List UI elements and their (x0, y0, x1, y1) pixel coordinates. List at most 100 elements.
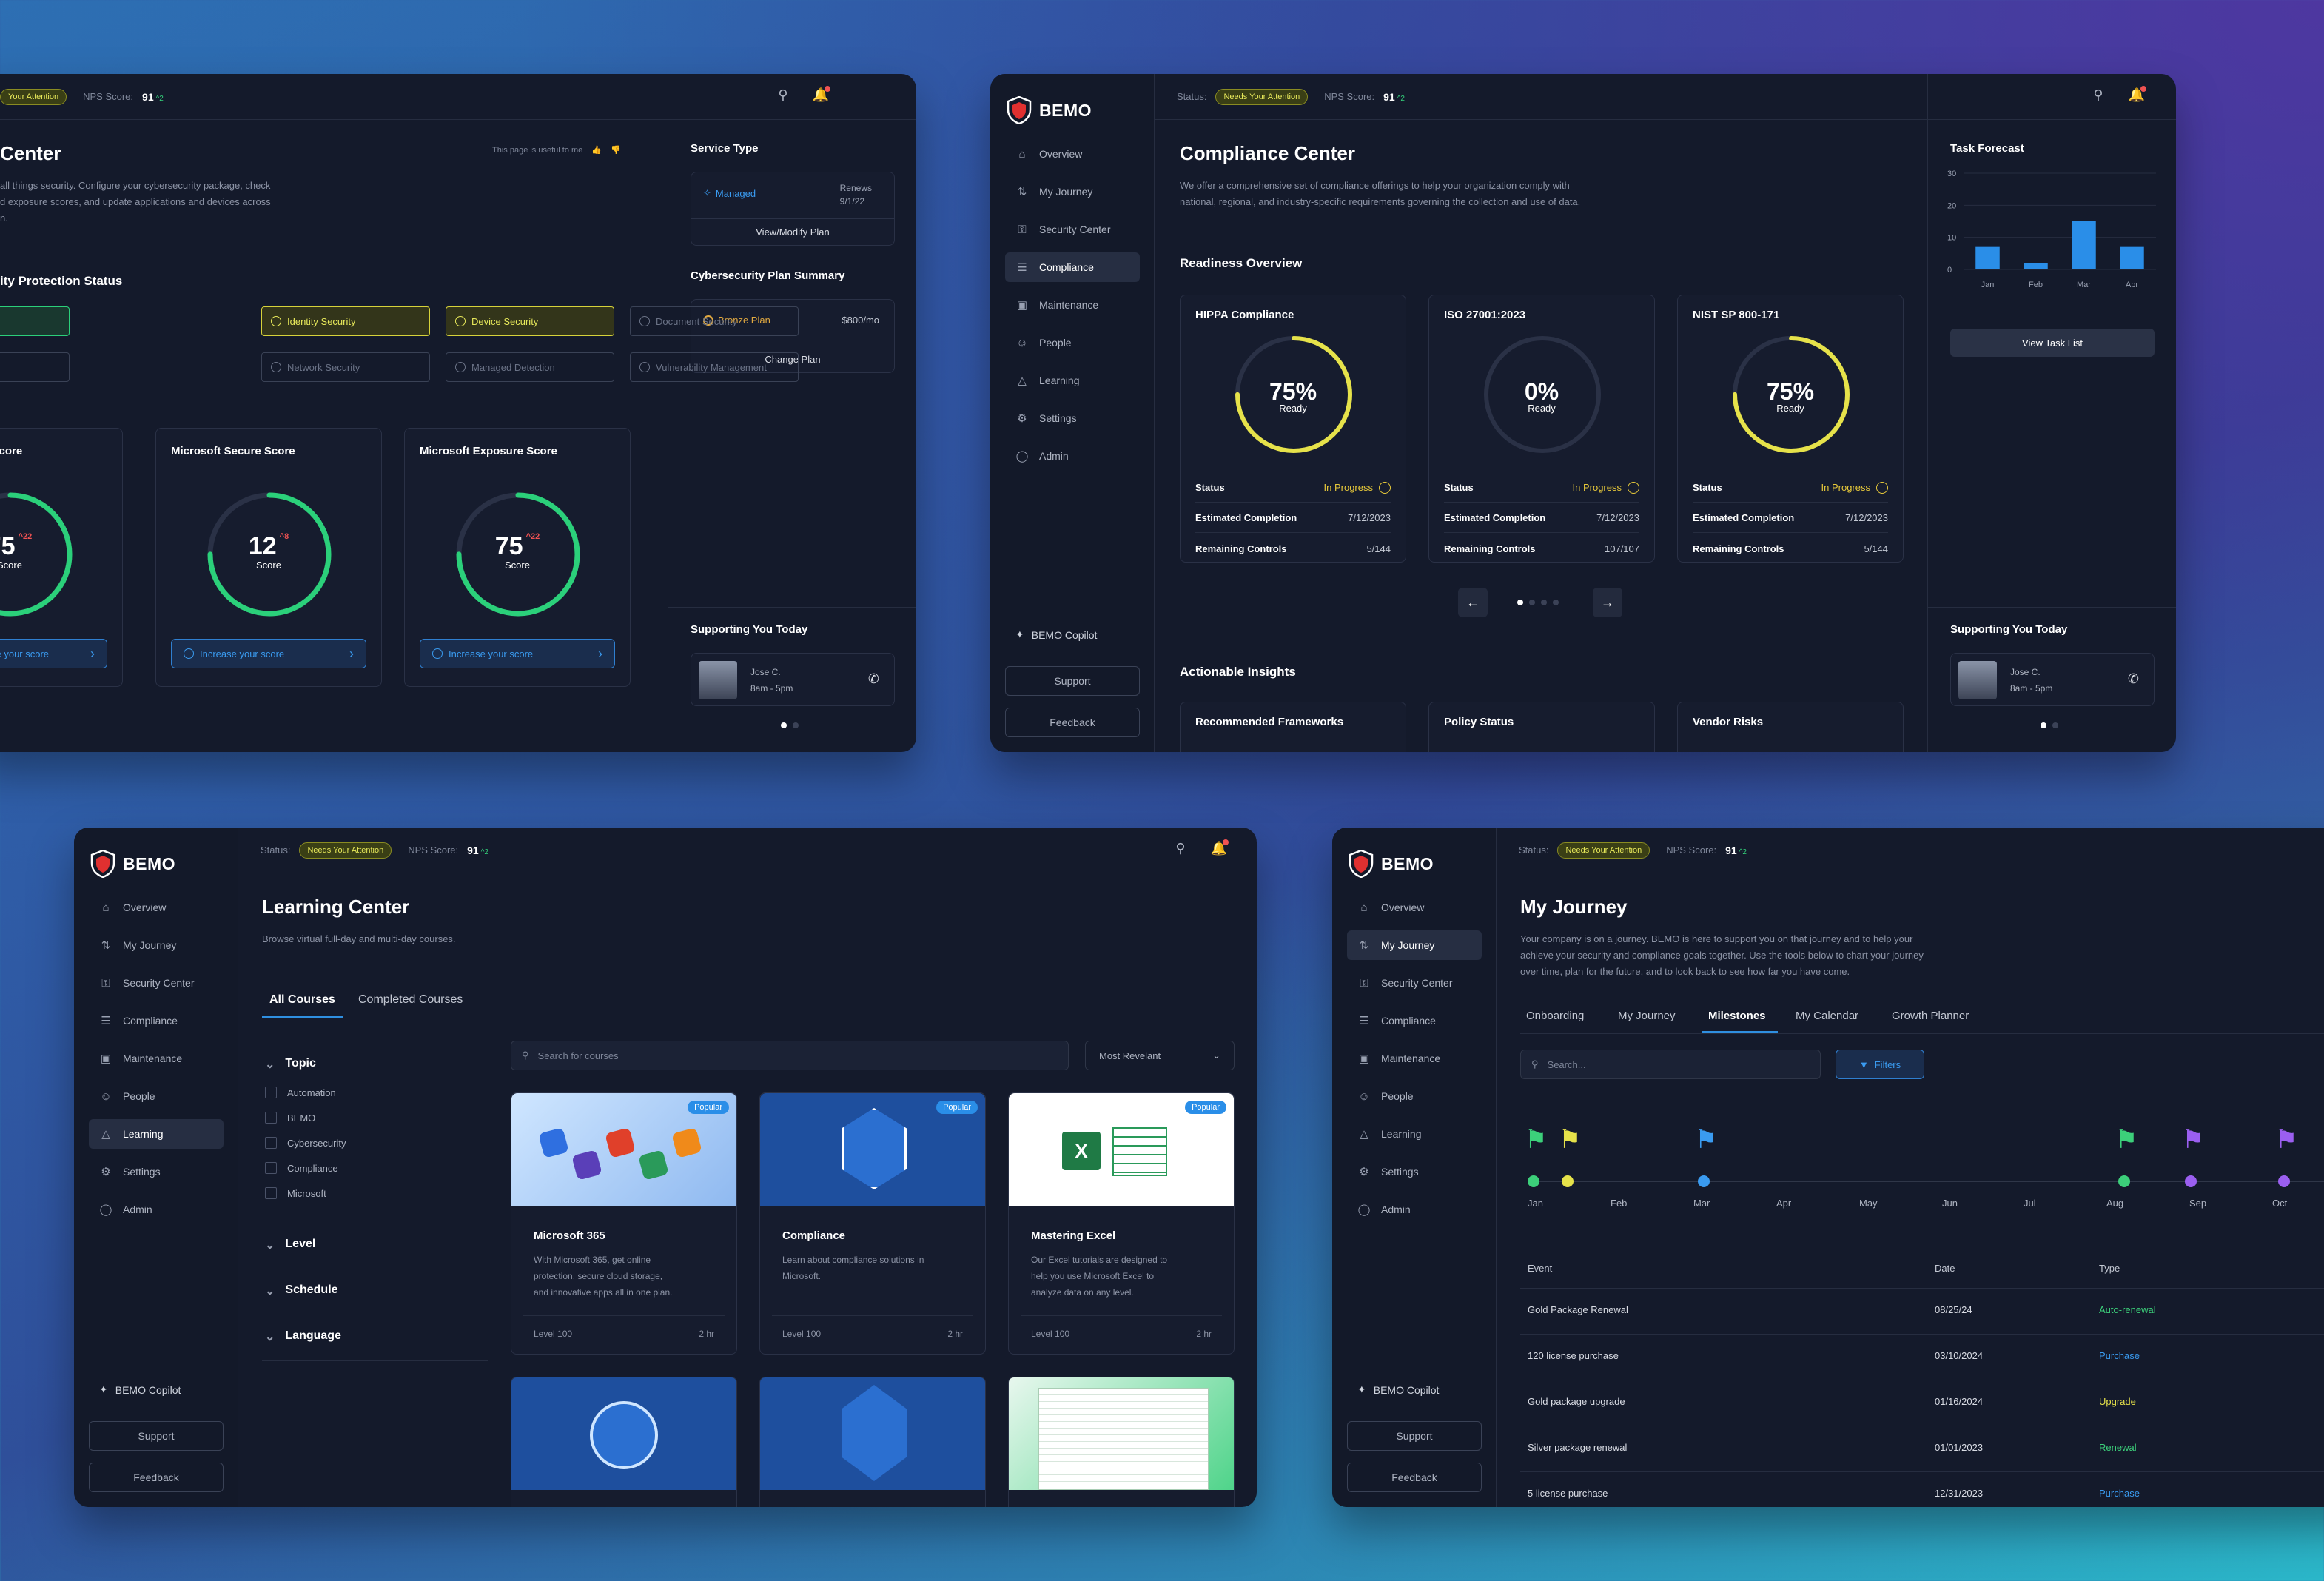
filters-button[interactable]: ▼ Filters (1836, 1050, 1924, 1079)
sidebar-item-settings[interactable]: ⚙ Settings (89, 1157, 224, 1186)
copilot-link[interactable]: ✦ BEMO Copilot (1357, 1383, 1439, 1396)
table-row[interactable]: 5 license purchase 12/31/2023 Purchase (1520, 1471, 2324, 1507)
sidebar-item-overview[interactable]: ⌂ Overview (89, 893, 224, 922)
thumbs-down-icon[interactable]: 👎 (611, 145, 621, 155)
milestone-flag-icon[interactable]: ⚑ (2182, 1125, 2204, 1155)
next-arrow-button[interactable]: → (1593, 588, 1622, 617)
compliance-card[interactable]: NIST SP 800-171 75% Ready Status In Progress… (1677, 295, 1904, 563)
sidebar-item-compliance[interactable]: ☰ Compliance (1005, 252, 1140, 282)
milestone-dot[interactable] (2278, 1175, 2290, 1187)
checkbox[interactable] (265, 1187, 277, 1199)
filter-level[interactable]: ⌄ Level (265, 1238, 315, 1252)
prev-arrow-button[interactable]: ← (1458, 588, 1488, 617)
milestone-dot[interactable] (1562, 1175, 1574, 1187)
milestone-flag-icon[interactable]: ⚑ (2115, 1125, 2137, 1155)
compliance-card[interactable]: ISO 27001:2023 0% Ready Status In Progress Es… (1428, 295, 1655, 563)
journey-search-input[interactable]: ⚲ Search... (1520, 1050, 1821, 1079)
sidebar-item-maintenance[interactable]: ▣ Maintenance (1347, 1044, 1482, 1073)
milestone-dot[interactable] (2118, 1175, 2130, 1187)
filter-schedule[interactable]: ⌄ Schedule (265, 1283, 338, 1298)
table-row[interactable]: Gold package upgrade 01/16/2024 Upgrade (1520, 1380, 2324, 1426)
course-card[interactable]: Popular Compliance Learn about compliance … (759, 1092, 986, 1355)
topic-checkbox-row[interactable]: BEMO (265, 1112, 315, 1124)
course-card[interactable] (511, 1377, 737, 1507)
feedback-button[interactable]: Feedback (89, 1463, 224, 1492)
compliance-card[interactable]: HIPPA Compliance 75% Ready Status In Progres… (1180, 295, 1406, 563)
tab-milestones[interactable]: Milestones (1708, 1010, 1766, 1022)
sidebar-item-settings[interactable]: ⚙ Settings (1005, 403, 1140, 433)
checkbox[interactable] (265, 1162, 277, 1174)
protection-chip[interactable]: Device Security (446, 306, 614, 336)
sidebar-item-my-journey[interactable]: ⇅ My Journey (1005, 177, 1140, 207)
sidebar-item-compliance[interactable]: ☰ Compliance (1347, 1006, 1482, 1035)
increase-score-button[interactable]: se your score › (0, 639, 107, 668)
topic-checkbox-row[interactable]: Automation (265, 1087, 336, 1098)
milestone-dot[interactable] (2185, 1175, 2197, 1187)
sidebar-item-security-center[interactable]: ⚿ Security Center (89, 968, 224, 998)
tab-all-courses[interactable]: All Courses (269, 993, 335, 1007)
tab-growth-planner[interactable]: Growth Planner (1892, 1010, 1969, 1022)
increase-score-button[interactable]: Increase your score › (171, 639, 366, 668)
thumbs-up-icon[interactable]: 👍 (591, 145, 602, 155)
sidebar-item-settings[interactable]: ⚙ Settings (1347, 1157, 1482, 1186)
table-row[interactable]: Silver package renewal 01/01/2023 Renewal (1520, 1426, 2324, 1471)
sidebar-item-overview[interactable]: ⌂ Overview (1005, 139, 1140, 169)
sidebar-item-learning[interactable]: △ Learning (1347, 1119, 1482, 1149)
increase-score-button[interactable]: Increase your score › (420, 639, 615, 668)
copilot-link[interactable]: ✦ BEMO Copilot (1015, 628, 1097, 641)
table-row[interactable]: Gold Package Renewal 08/25/24 Auto-renewal (1520, 1288, 2324, 1334)
checkbox[interactable] (265, 1137, 277, 1149)
course-card[interactable]: X Popular Mastering Excel Our Excel tutoria… (1008, 1092, 1235, 1355)
course-card[interactable]: Popular Microsoft 365 With Microsoft 365, … (511, 1092, 737, 1355)
filter-language[interactable]: ⌄ Language (265, 1329, 341, 1344)
sidebar-item-compliance[interactable]: ☰ Compliance (89, 1006, 224, 1035)
sidebar-item-learning[interactable]: △ Learning (1005, 366, 1140, 395)
sidebar-item-admin[interactable]: ◯ Admin (1005, 441, 1140, 471)
protection-chip[interactable]: Network Security (261, 352, 430, 382)
sidebar-item-my-journey[interactable]: ⇅ My Journey (1347, 930, 1482, 960)
tab-onboarding[interactable]: Onboarding (1526, 1010, 1584, 1022)
copilot-link[interactable]: ✦ BEMO Copilot (99, 1383, 181, 1396)
protection-chip[interactable]: Vulnerability Management (630, 352, 799, 382)
sidebar-item-admin[interactable]: ◯ Admin (1347, 1195, 1482, 1224)
milestone-flag-icon[interactable]: ⚑ (2275, 1125, 2297, 1155)
course-card[interactable] (759, 1377, 986, 1507)
support-button[interactable]: Support (1005, 666, 1140, 696)
phone-icon[interactable]: ✆ (868, 671, 879, 687)
sidebar-item-admin[interactable]: ◯ Admin (89, 1195, 224, 1224)
milestone-flag-icon[interactable]: ⚑ (1525, 1125, 1547, 1155)
sidebar-item-my-journey[interactable]: ⇅ My Journey (89, 930, 224, 960)
checkbox[interactable] (265, 1112, 277, 1124)
tab-my-calendar[interactable]: My Calendar (1796, 1010, 1858, 1022)
sidebar-item-maintenance[interactable]: ▣ Maintenance (1005, 290, 1140, 320)
sidebar-item-security-center[interactable]: ⚿ Security Center (1347, 968, 1482, 998)
protection-chip[interactable]: Identity Security (261, 306, 430, 336)
topic-checkbox-row[interactable]: Microsoft (265, 1187, 326, 1199)
bell-icon[interactable]: 🔔 (1209, 839, 1229, 860)
search-icon[interactable]: ⚲ (1171, 841, 1190, 860)
topic-checkbox-row[interactable]: Cybersecurity (265, 1137, 346, 1149)
support-button[interactable]: Support (89, 1421, 224, 1451)
modify-plan-button[interactable]: View/Modify Plan (691, 218, 894, 245)
sidebar-item-people[interactable]: ☺ People (1005, 328, 1140, 358)
table-row[interactable]: 120 license purchase 03/10/2024 Purchase (1520, 1334, 2324, 1380)
course-card[interactable] (1008, 1377, 1235, 1507)
sidebar-item-learning[interactable]: △ Learning (89, 1119, 224, 1149)
course-search-input[interactable]: ⚲ Search for courses (511, 1041, 1069, 1070)
view-task-list-button[interactable]: View Task List (1950, 329, 2155, 357)
sort-select[interactable]: Most Revelant ⌄ (1085, 1041, 1235, 1070)
checkbox[interactable] (265, 1087, 277, 1098)
support-button[interactable]: Support (1347, 1421, 1482, 1451)
protection-chip[interactable]: n Security (0, 352, 70, 382)
tab-my-journey[interactable]: My Journey (1618, 1010, 1676, 1022)
protection-chip[interactable]: Document Security (630, 306, 799, 336)
protection-chip[interactable]: urity (0, 306, 70, 336)
milestone-dot[interactable] (1698, 1175, 1710, 1187)
insight-card[interactable]: Recommended Frameworks (1180, 702, 1406, 752)
insight-card[interactable]: Policy Status (1428, 702, 1655, 752)
sidebar-item-overview[interactable]: ⌂ Overview (1347, 893, 1482, 922)
topic-filter[interactable]: ⌄ Topic (265, 1057, 316, 1072)
feedback-button[interactable]: Feedback (1347, 1463, 1482, 1492)
sidebar-item-people[interactable]: ☺ People (1347, 1081, 1482, 1111)
milestone-flag-icon[interactable]: ⚑ (1559, 1125, 1581, 1155)
